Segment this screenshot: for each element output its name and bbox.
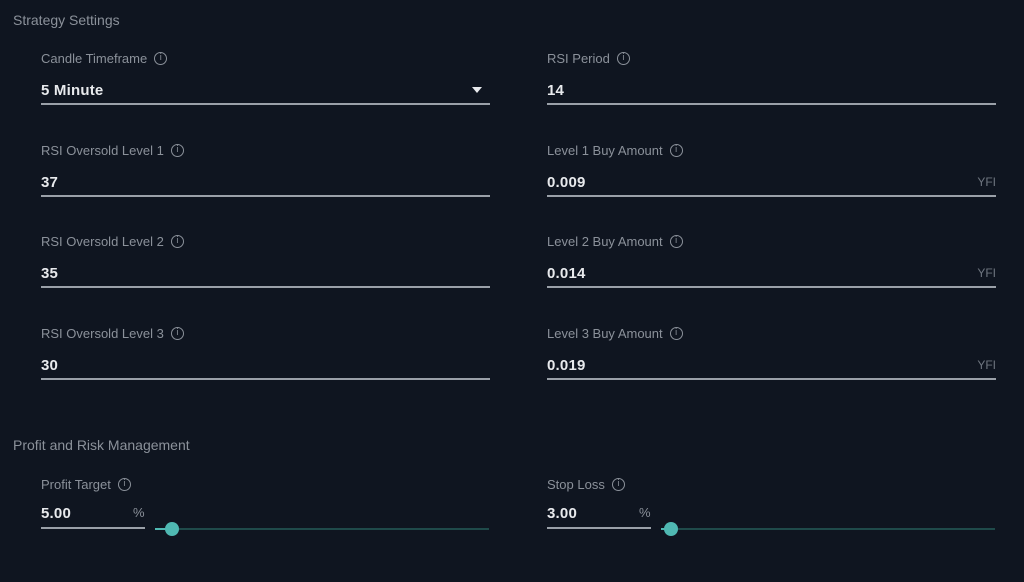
rsi-oversold-level-2-value: 35 bbox=[41, 264, 59, 282]
level-1-buy-amount-unit: YFI bbox=[977, 175, 996, 189]
slider-thumb[interactable] bbox=[664, 522, 679, 536]
info-icon[interactable]: i bbox=[669, 143, 683, 157]
info-icon[interactable]: i bbox=[154, 51, 168, 65]
stop-loss-unit: % bbox=[639, 505, 651, 520]
profit-risk-title: Profit and Risk Management bbox=[13, 437, 190, 453]
slider-thumb[interactable] bbox=[164, 522, 179, 536]
level-2-buy-amount-field: Level 2 Buy Amount i 0.014 YFI bbox=[547, 232, 996, 288]
level-1-buy-amount-field: Level 1 Buy Amount i 0.009 YFI bbox=[547, 141, 996, 197]
candle-timeframe-select[interactable]: 5 Minute bbox=[41, 77, 490, 105]
stop-loss-input[interactable]: 3.00 % bbox=[547, 499, 651, 529]
level-1-buy-amount-label: Level 1 Buy Amount bbox=[547, 142, 663, 158]
level-3-buy-amount-input[interactable]: 0.019 YFI bbox=[547, 352, 996, 380]
info-icon[interactable]: i bbox=[170, 234, 184, 248]
rsi-oversold-level-3-field: RSI Oversold Level 3 i 30 bbox=[41, 324, 490, 380]
level-1-buy-amount-value: 0.009 bbox=[547, 173, 586, 191]
rsi-oversold-level-3-label: RSI Oversold Level 3 bbox=[41, 325, 164, 341]
rsi-oversold-level-2-field: RSI Oversold Level 2 i 35 bbox=[41, 232, 490, 288]
profit-target-field: Profit Target i 5.00 % bbox=[41, 475, 490, 536]
level-3-buy-amount-unit: YFI bbox=[977, 358, 996, 372]
rsi-period-label: RSI Period bbox=[547, 50, 610, 66]
stop-loss-slider[interactable] bbox=[661, 519, 995, 539]
info-icon[interactable]: i bbox=[170, 143, 184, 157]
level-1-buy-amount-input[interactable]: 0.009 YFI bbox=[547, 169, 996, 197]
level-3-buy-amount-field: Level 3 Buy Amount i 0.019 YFI bbox=[547, 324, 996, 380]
info-icon[interactable]: i bbox=[170, 326, 184, 340]
level-2-buy-amount-label: Level 2 Buy Amount bbox=[547, 233, 663, 249]
info-icon[interactable]: i bbox=[669, 326, 683, 340]
candle-timeframe-field: Candle Timeframe i 5 Minute bbox=[41, 49, 490, 105]
level-2-buy-amount-unit: YFI bbox=[977, 266, 996, 280]
candle-timeframe-value: 5 Minute bbox=[41, 81, 104, 99]
rsi-oversold-level-1-value: 37 bbox=[41, 173, 59, 191]
level-2-buy-amount-value: 0.014 bbox=[547, 264, 586, 282]
info-icon[interactable]: i bbox=[669, 234, 683, 248]
rsi-period-input[interactable]: 14 bbox=[547, 77, 996, 105]
rsi-period-value: 14 bbox=[547, 81, 565, 99]
level-3-buy-amount-value: 0.019 bbox=[547, 356, 586, 374]
rsi-oversold-level-1-field: RSI Oversold Level 1 i 37 bbox=[41, 141, 490, 197]
info-icon[interactable]: i bbox=[616, 51, 630, 65]
stop-loss-label: Stop Loss bbox=[547, 476, 605, 492]
rsi-oversold-level-3-input[interactable]: 30 bbox=[41, 352, 490, 380]
stop-loss-value: 3.00 bbox=[547, 504, 577, 522]
rsi-period-field: RSI Period i 14 bbox=[547, 49, 996, 105]
profit-target-slider[interactable] bbox=[155, 519, 489, 539]
rsi-oversold-level-2-label: RSI Oversold Level 2 bbox=[41, 233, 164, 249]
stop-loss-field: Stop Loss i 3.00 % bbox=[547, 475, 996, 536]
level-2-buy-amount-input[interactable]: 0.014 YFI bbox=[547, 260, 996, 288]
level-3-buy-amount-label: Level 3 Buy Amount bbox=[547, 325, 663, 341]
rsi-oversold-level-3-value: 30 bbox=[41, 356, 59, 374]
profit-target-input[interactable]: 5.00 % bbox=[41, 499, 145, 529]
profit-target-label: Profit Target bbox=[41, 476, 111, 492]
slider-track bbox=[155, 528, 489, 530]
profit-target-value: 5.00 bbox=[41, 504, 71, 522]
rsi-oversold-level-1-input[interactable]: 37 bbox=[41, 169, 490, 197]
slider-track bbox=[661, 528, 995, 530]
info-icon[interactable]: i bbox=[611, 477, 625, 491]
chevron-down-icon[interactable] bbox=[472, 87, 482, 93]
rsi-oversold-level-1-label: RSI Oversold Level 1 bbox=[41, 142, 164, 158]
info-icon[interactable]: i bbox=[117, 477, 131, 491]
profit-target-unit: % bbox=[133, 505, 145, 520]
candle-timeframe-label: Candle Timeframe bbox=[41, 50, 148, 66]
strategy-settings-title: Strategy Settings bbox=[13, 12, 120, 28]
rsi-oversold-level-2-input[interactable]: 35 bbox=[41, 260, 490, 288]
